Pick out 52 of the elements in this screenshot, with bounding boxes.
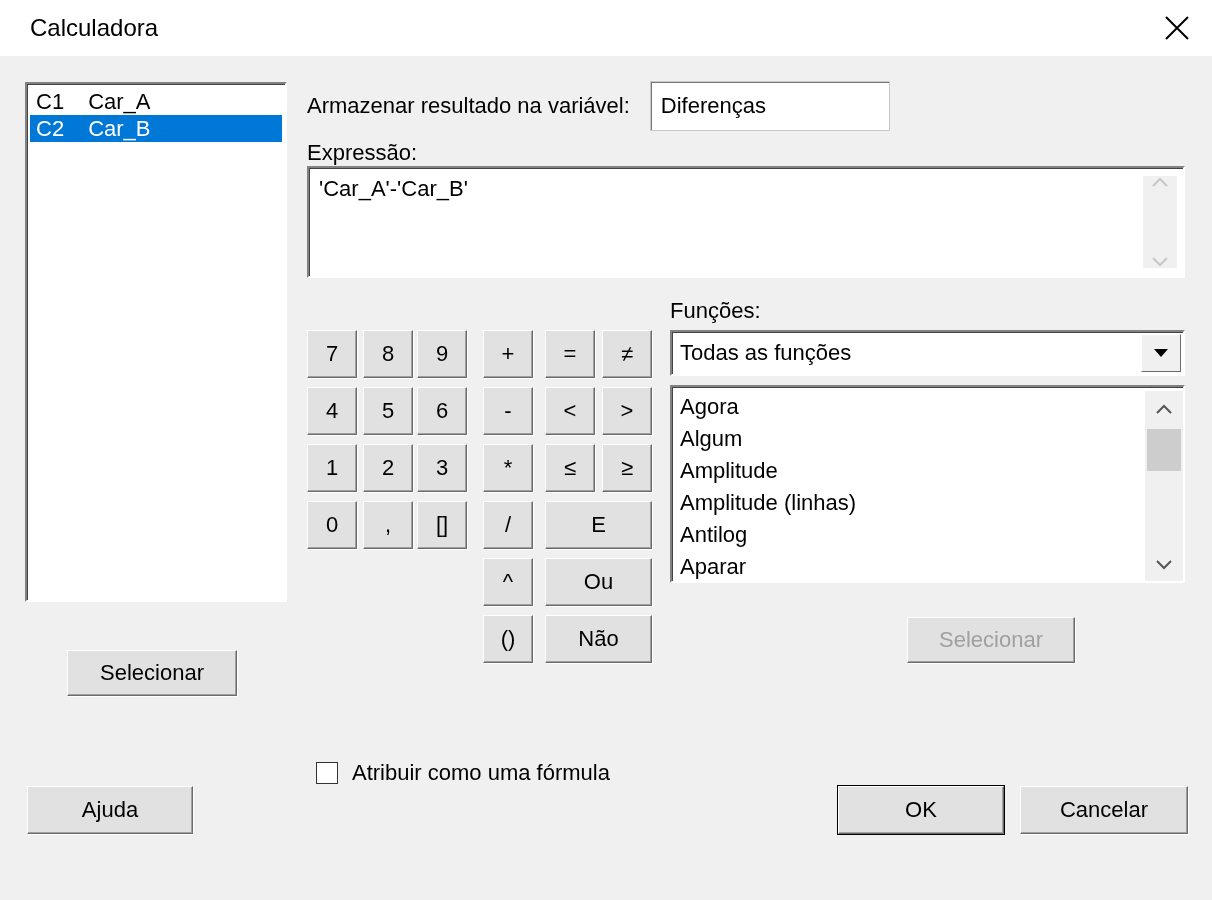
field-label: Funções:: [670, 298, 762, 324]
keypad-key[interactable]: ^: [483, 558, 533, 606]
column-item[interactable]: C1 Car_A: [30, 88, 282, 115]
keypad-key[interactable]: 5: [363, 387, 413, 435]
checkbox-label: Atribuir como uma fórmula: [352, 760, 610, 786]
keypad-key[interactable]: E: [545, 501, 652, 549]
checkbox[interactable]: [316, 762, 338, 784]
keypad-key[interactable]: []: [417, 501, 467, 549]
keypad-key[interactable]: (): [483, 615, 533, 663]
field-label: Expressão:: [307, 140, 419, 166]
keypad-key[interactable]: +: [483, 330, 533, 378]
scroll-up-icon[interactable]: [1155, 403, 1173, 415]
select-button[interactable]: Selecionar: [67, 650, 237, 696]
function-item[interactable]: Algum: [678, 423, 859, 455]
keypad-key[interactable]: ≠: [602, 330, 652, 378]
keypad-key[interactable]: 0: [307, 501, 357, 549]
keypad-key[interactable]: 2: [363, 444, 413, 492]
column-item[interactable]: C2 Car_B: [30, 115, 282, 142]
keypad-key[interactable]: -: [483, 387, 533, 435]
keypad-key[interactable]: 6: [417, 387, 467, 435]
variable-field[interactable]: Diferenças: [649, 81, 890, 131]
keypad-key[interactable]: 4: [307, 387, 357, 435]
keypad-key[interactable]: Não: [545, 615, 652, 663]
keypad-key[interactable]: /: [483, 501, 533, 549]
keypad-key[interactable]: 8: [363, 330, 413, 378]
keypad-key[interactable]: *: [483, 444, 533, 492]
keypad-key[interactable]: >: [602, 387, 652, 435]
keypad-key[interactable]: ≥: [602, 444, 652, 492]
keypad-key[interactable]: 1: [307, 444, 357, 492]
keypad-key[interactable]: ≤: [545, 444, 595, 492]
dialog-button[interactable]: OK: [838, 786, 1004, 834]
function-item[interactable]: Aparar: [678, 551, 859, 583]
keypad-key[interactable]: =: [545, 330, 595, 378]
function-item[interactable]: Amplitude (linhas): [678, 487, 859, 519]
keypad-key[interactable]: <: [545, 387, 595, 435]
function-item[interactable]: Agora: [678, 391, 859, 423]
dialog-button[interactable]: Ajuda: [27, 786, 193, 834]
keypad-key[interactable]: Ou: [545, 558, 652, 606]
function-item[interactable]: Antilog: [678, 519, 859, 551]
keypad-key[interactable]: 9: [417, 330, 467, 378]
keypad-key[interactable]: ,: [363, 501, 413, 549]
field-label: Armazenar resultado na variável:: [307, 93, 630, 119]
close-icon[interactable]: [1164, 15, 1190, 41]
functions-dropdown[interactable]: Todas as funções: [670, 330, 1185, 376]
keypad-key[interactable]: 3: [417, 444, 467, 492]
dropdown-arrow-icon[interactable]: [1153, 348, 1169, 358]
keypad-key[interactable]: 7: [307, 330, 357, 378]
dialog-button[interactable]: Cancelar: [1020, 786, 1188, 834]
function-item[interactable]: Amplitude: [678, 455, 859, 487]
scroll-down-icon[interactable]: [1155, 559, 1173, 571]
window-title: Calculadora: [30, 14, 159, 42]
scroll-thumb[interactable]: [1147, 429, 1181, 471]
